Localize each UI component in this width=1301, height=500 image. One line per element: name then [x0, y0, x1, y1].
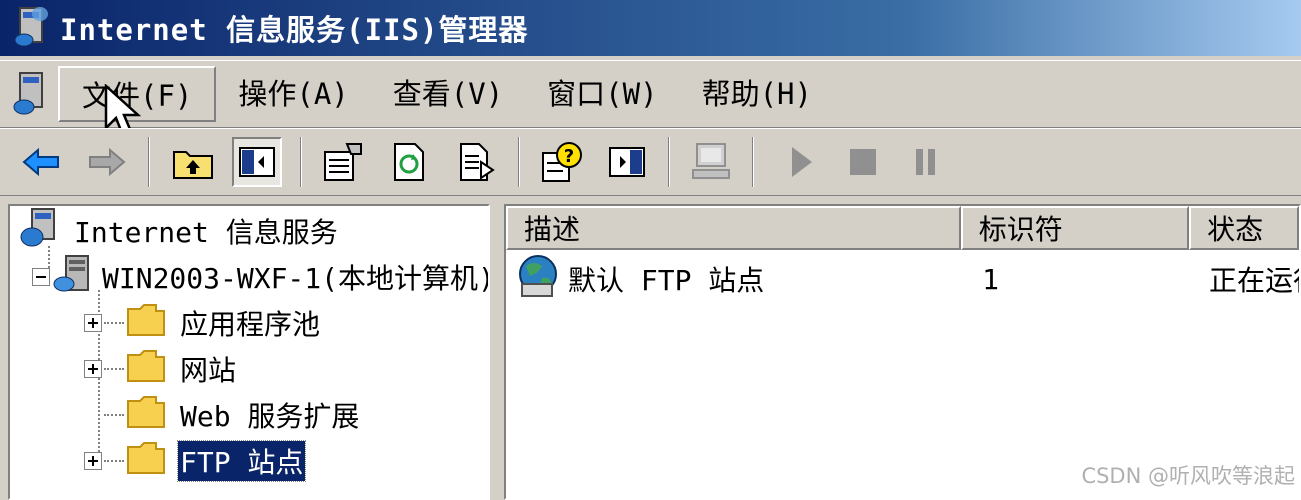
toolbar-separator	[668, 137, 670, 187]
watermark: CSDN @听风吹等浪起	[1081, 464, 1295, 488]
svg-text:?: ?	[564, 146, 574, 167]
show-hide-action-pane-icon[interactable]	[602, 137, 652, 187]
tree-label: 应用程序池	[180, 308, 321, 341]
pane-splitter[interactable]	[490, 204, 504, 500]
stop-icon[interactable]	[838, 137, 888, 187]
menu-view[interactable]: 查看(V)	[371, 66, 525, 122]
folder-icon	[126, 441, 166, 482]
toolbar: ?	[0, 128, 1301, 196]
pause-icon[interactable]	[900, 137, 950, 187]
refresh-icon[interactable]	[384, 137, 434, 187]
tree-connector	[104, 460, 124, 462]
site-identifier: 1	[982, 262, 999, 296]
toolbar-separator	[148, 137, 150, 187]
list-header: 描述 标识符 状态	[506, 206, 1299, 250]
tree-label-selected: FTP 站点	[176, 440, 307, 482]
column-header-identifier[interactable]: 标识符	[960, 206, 1190, 250]
export-list-icon[interactable]	[452, 137, 502, 187]
tree-label: Internet 信息服务	[74, 216, 338, 249]
toolbar-separator	[518, 137, 520, 187]
tree-connector	[104, 368, 124, 370]
expand-toggle[interactable]	[84, 314, 102, 332]
back-arrow-icon[interactable]	[16, 137, 66, 187]
tree-item-ftp-sites[interactable]: FTP 站点	[84, 440, 307, 482]
site-status: 正在运行	[1208, 264, 1299, 297]
start-icon[interactable]	[776, 137, 826, 187]
tree-item-app-pools[interactable]: 应用程序池	[84, 302, 322, 344]
title-bar[interactable]: Internet 信息服务(IIS)管理器	[0, 0, 1301, 56]
tree-label: WIN2003-WXF-1(本地计算机)	[102, 262, 490, 295]
folder-icon	[126, 395, 166, 436]
toolbar-separator	[300, 137, 302, 187]
menu-help[interactable]: 帮助(H)	[680, 66, 834, 122]
tree-item-computer[interactable]: WIN2003-WXF-1(本地计算机)	[32, 254, 490, 301]
collapse-toggle[interactable]	[32, 268, 50, 286]
list-pane[interactable]: 描述 标识符 状态 默认 FTP 站点 1 正在运行	[504, 204, 1301, 500]
folder-icon	[126, 349, 166, 390]
console-document-icon[interactable]	[12, 67, 52, 121]
iis-services-icon	[18, 207, 64, 256]
list-item[interactable]: 默认 FTP 站点 1 正在运行	[506, 254, 1299, 305]
toolbar-separator	[752, 137, 754, 187]
connect-computer-icon[interactable]	[686, 137, 736, 187]
iis-computer-icon	[14, 4, 50, 52]
folder-icon	[126, 303, 166, 344]
tree-label: Web 服务扩展	[180, 400, 360, 433]
tree-item-websites[interactable]: 网站	[84, 348, 238, 390]
help-icon[interactable]: ?	[536, 137, 586, 187]
expand-toggle[interactable]	[84, 360, 102, 378]
tree-item-root[interactable]: Internet 信息服务	[18, 207, 340, 252]
properties-icon[interactable]	[318, 137, 368, 187]
show-hide-tree-icon[interactable]	[232, 137, 282, 187]
window-title: Internet 信息服务(IIS)管理器	[60, 13, 529, 47]
tree-connector	[104, 322, 124, 324]
up-folder-icon[interactable]	[168, 137, 218, 187]
server-icon	[52, 254, 94, 301]
tree-pane[interactable]: Internet 信息服务 WIN2003-WXF-1(本地计算机) 应用程序池…	[8, 204, 490, 500]
tree-label: 网站	[180, 354, 237, 387]
forward-arrow-icon[interactable]	[82, 137, 132, 187]
site-description: 默认 FTP 站点	[568, 264, 765, 297]
column-header-status[interactable]: 状态	[1189, 206, 1299, 250]
ftp-site-icon	[516, 254, 564, 305]
column-header-description[interactable]: 描述	[506, 206, 961, 250]
tree-item-web-service-extensions[interactable]: Web 服务扩展	[104, 394, 361, 436]
tree-connector	[104, 414, 124, 416]
menu-window[interactable]: 窗口(W)	[525, 66, 679, 122]
menu-bar: 文件(F) 操作(A) 查看(V) 窗口(W) 帮助(H)	[0, 60, 1301, 128]
expand-toggle[interactable]	[84, 452, 102, 470]
menu-action[interactable]: 操作(A)	[216, 66, 370, 122]
